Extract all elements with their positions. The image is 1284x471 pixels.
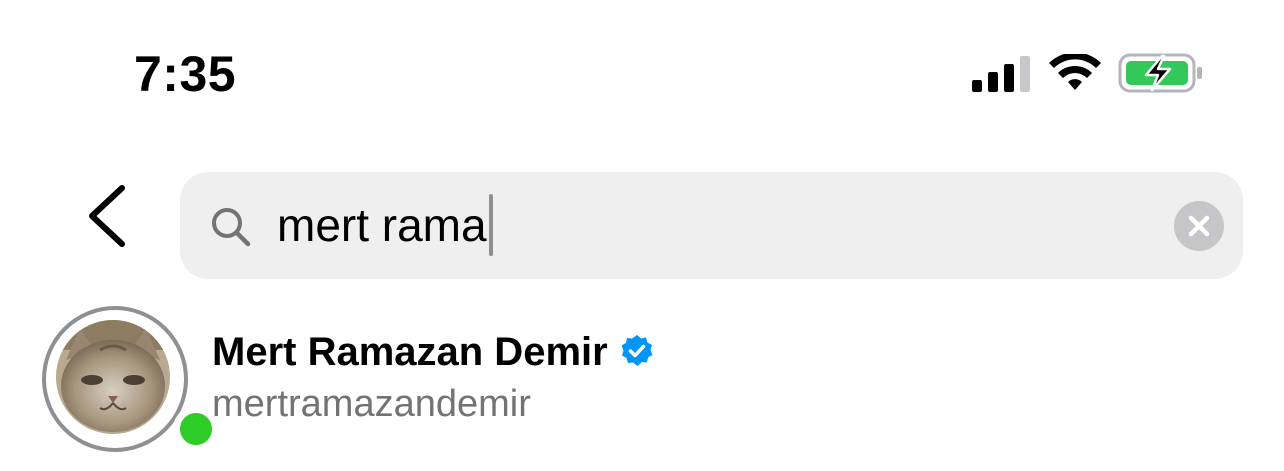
cellular-signal-icon [972, 56, 1030, 92]
wifi-icon [1049, 54, 1101, 90]
search-bar[interactable]: mert rama [180, 172, 1243, 279]
battery-charging-icon [1118, 53, 1202, 93]
verified-badge-icon [621, 335, 653, 367]
text-caret [488, 193, 493, 256]
chevron-left-icon [89, 185, 125, 247]
result-username: mertramazandemir [212, 383, 531, 425]
clear-search-button[interactable] [1174, 201, 1224, 251]
profile-picture [56, 320, 170, 434]
search-result-row[interactable]: Mert Ramazan Demir mertramazandemir [0, 296, 1284, 471]
avatar[interactable] [42, 306, 219, 452]
search-input[interactable]: mert rama [277, 193, 493, 256]
status-time: 7:35 [134, 46, 237, 102]
status-bar: 7:35 [0, 0, 1284, 150]
result-display-name: Mert Ramazan Demir [212, 326, 654, 378]
clear-x-icon [1188, 215, 1210, 237]
search-icon [212, 208, 251, 247]
back-button[interactable] [78, 178, 142, 254]
search-input-value: mert rama [277, 199, 487, 251]
display-name-text: Mert Ramazan Demir [212, 330, 608, 374]
